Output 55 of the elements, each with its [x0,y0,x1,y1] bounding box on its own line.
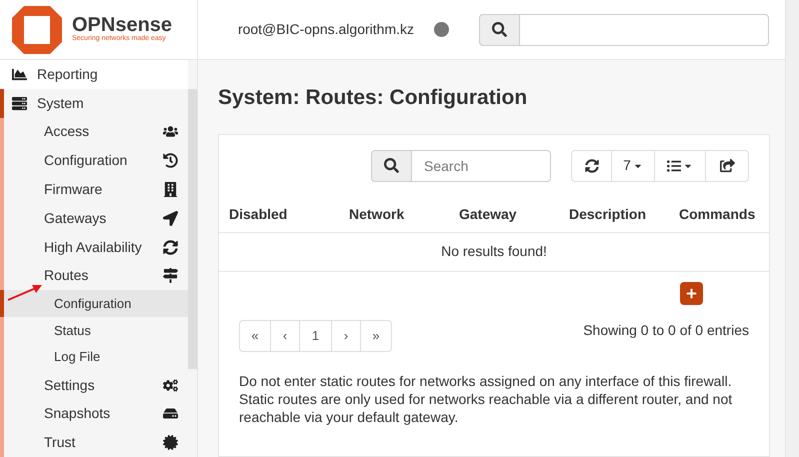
gears-icon [163,378,178,393]
sidebar-item[interactable]: Gateways [4,204,188,233]
pagination-button[interactable]: 1 [300,320,332,350]
history-icon [163,153,178,168]
column-header: Network [348,204,406,224]
column-header: Commands [678,204,756,224]
signpost-icon [163,268,178,284]
sidebar-item[interactable]: Access [4,118,188,146]
sidebar-item[interactable]: Trust [4,428,188,457]
sidebar-item[interactable]: System [4,88,188,118]
page-title: System: Routes: Configuration [218,85,528,111]
empty-message: No results found! [441,242,547,261]
sidebar-item[interactable]: High Availability [4,232,188,262]
plus-icon [686,288,697,298]
sidebar-subitem[interactable]: Status [4,317,188,344]
export-icon [720,158,734,173]
column-header: Gateway [458,204,518,224]
entries-summary: Showing 0 to 0 of 0 entries [583,320,749,340]
search-field[interactable] [520,14,769,46]
pagination-button[interactable]: « [240,320,271,350]
column-header: Description [568,204,648,224]
list-icon [667,158,681,172]
search-icon [492,22,507,37]
pagination-button[interactable]: ‹ [271,320,300,350]
building-icon [163,182,178,198]
sidebar-item[interactable]: Routes [4,261,188,290]
annotation-arrow [6,283,44,303]
users-icon [163,124,178,140]
logo-icon [12,6,62,54]
scrollbar-thumb[interactable] [188,89,197,369]
search-addon[interactable] [479,14,520,46]
grid-search-field[interactable]: Search [412,150,551,182]
sidebar-item[interactable]: Snapshots [4,399,188,428]
server-icon [12,96,27,111]
pagination-button[interactable]: › [332,320,361,350]
page-scrollbar[interactable] [785,0,799,457]
search-addon[interactable] [371,150,412,182]
sidebar-subitem[interactable]: Configuration [4,290,188,318]
routes-note: Do not enter static routes for networks assigned on any interface of this firewall. Static routes are only used for networks reachable via a different router, and not reachable via your default gateway. [238,372,734,426]
chart-icon [12,66,27,82]
sidebar-item[interactable]: Configuration [4,146,188,176]
sidebar-subitem[interactable]: Log File [4,344,188,371]
sidebar-item[interactable]: Firmware [4,175,188,204]
brand-name: OPNsense [72,15,172,36]
search-icon [384,158,399,173]
refresh-icon [584,158,598,172]
refresh-icon [163,240,178,255]
user-host: root@BIC-opns.algorithm.kz [238,20,414,39]
column-header: Disabled [228,204,288,224]
sidebar-item[interactable]: Settings [4,370,188,400]
arrow-icon [163,210,178,226]
seal-icon [163,435,178,450]
drive-icon [163,406,178,422]
pagination-button[interactable]: » [361,320,391,350]
add-button[interactable] [680,282,703,304]
